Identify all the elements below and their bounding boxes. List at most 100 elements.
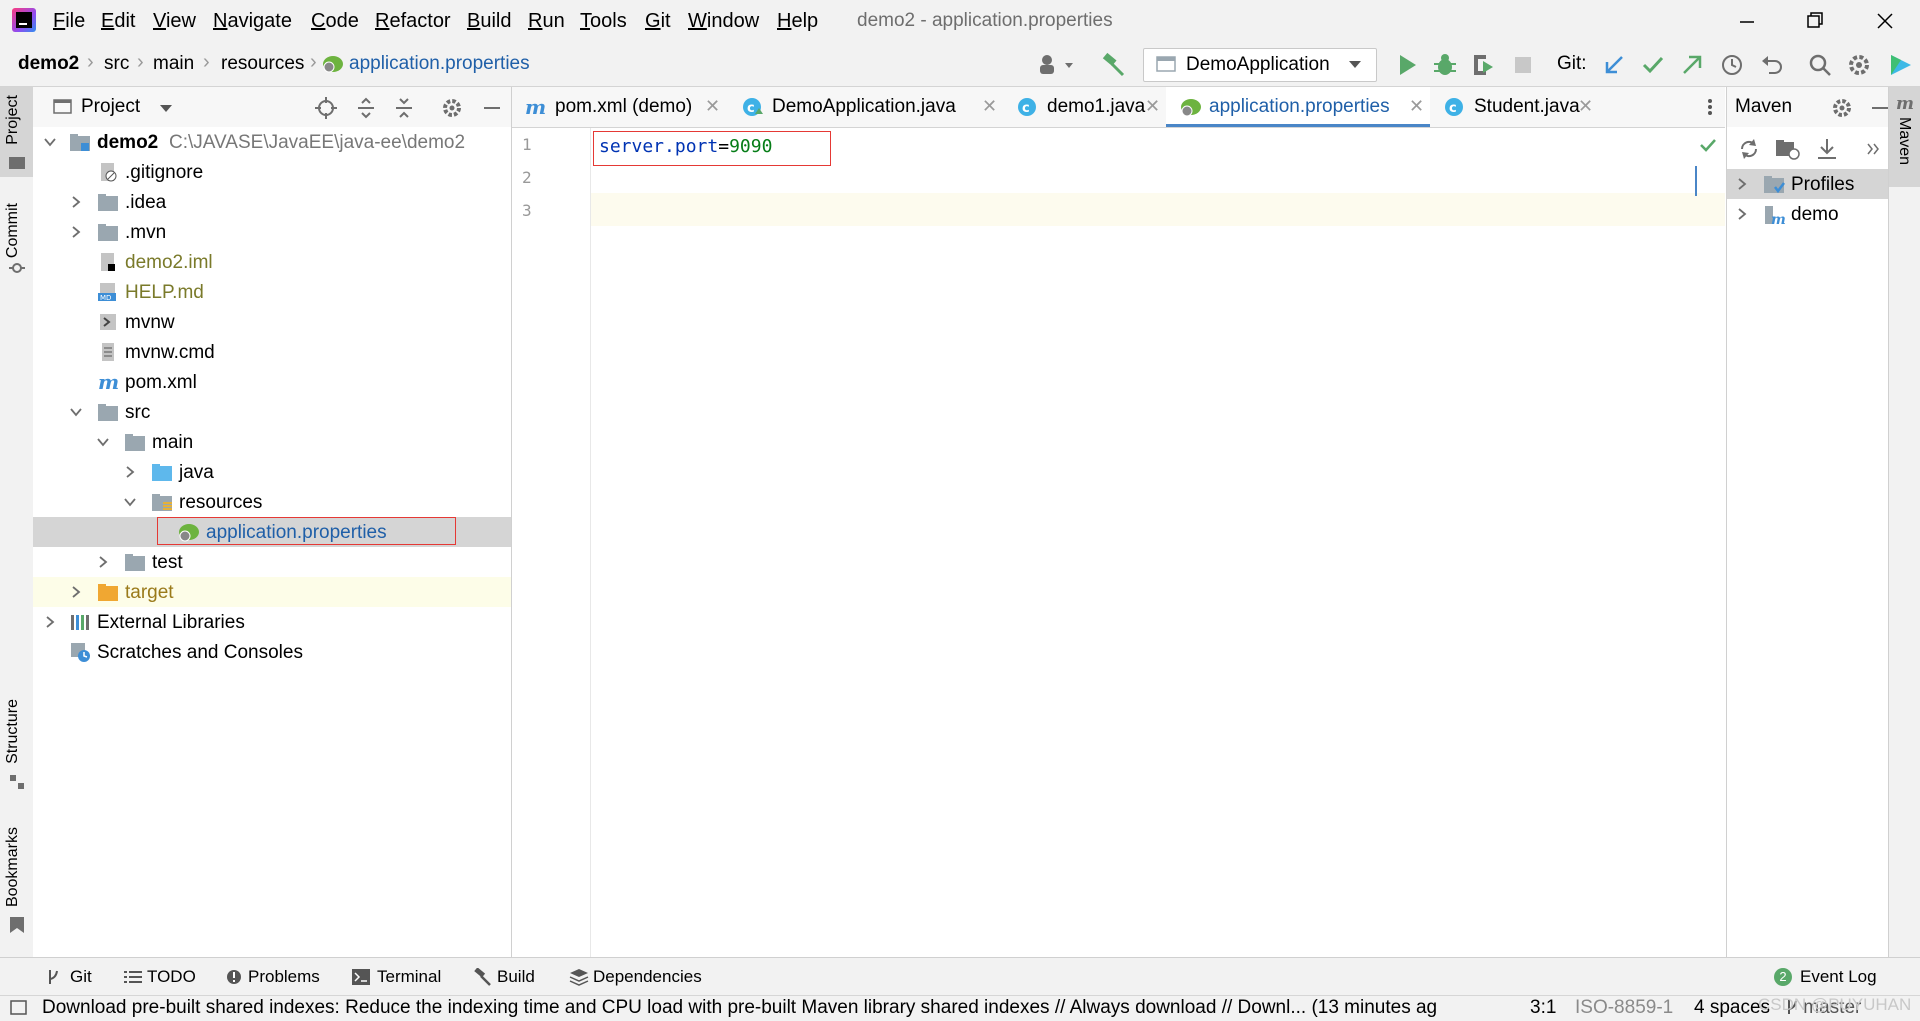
menu-build[interactable]: Build <box>467 10 511 33</box>
breadcrumb-separator: › <box>310 51 317 73</box>
git-commit-button[interactable] <box>1640 52 1666 78</box>
tab-pom-xml[interactable]: m pom.xml (demo) ✕ <box>512 87 728 127</box>
project-tool-window: Project demo2 C:\JAVASE\JavaEE\java-ee\d… <box>33 87 512 957</box>
reload-icon[interactable] <box>1737 137 1761 161</box>
download-icon[interactable] <box>1815 137 1839 161</box>
terminal-tool-button[interactable]: Terminal <box>350 958 450 996</box>
problems-tool-button[interactable]: Problems <box>224 958 324 996</box>
close-tab-icon[interactable]: ✕ <box>1578 96 1593 117</box>
breadcrumb-application-properties[interactable]: application.properties <box>349 53 530 75</box>
code-editor[interactable]: server.port=9090 <box>591 128 1725 957</box>
chevron-down-icon[interactable] <box>159 104 173 114</box>
git-push-button[interactable] <box>1679 52 1705 78</box>
close-tab-icon[interactable]: ✕ <box>1145 96 1160 117</box>
tab-demoapplication-java[interactable]: c DemoApplication.java ✕ <box>729 87 1003 127</box>
close-tab-icon[interactable]: ✕ <box>1409 96 1424 117</box>
project-stripe-tab[interactable]: Project <box>0 87 33 177</box>
tool-windows-toggle-icon[interactable] <box>10 1000 28 1016</box>
menu-git[interactable]: Git <box>645 10 671 33</box>
menu-edit[interactable]: Edit <box>101 10 135 33</box>
project-panel-header: Project <box>33 87 511 127</box>
stop-button[interactable] <box>1510 52 1536 78</box>
no-problems-checkmark-icon[interactable] <box>1699 137 1717 153</box>
tree-item-mvnw[interactable]: mvnw <box>33 307 511 337</box>
breadcrumb-main[interactable]: main <box>153 53 194 75</box>
gear-icon[interactable] <box>1831 97 1853 119</box>
locate-file-icon[interactable] <box>315 97 337 119</box>
build-project-button[interactable] <box>1101 52 1127 78</box>
tree-item-demo2-iml[interactable]: demo2.iml <box>33 247 511 277</box>
tab-student-java[interactable]: c Student.java ✕ <box>1431 87 1601 127</box>
maven-tree-item-profiles[interactable]: Profiles <box>1727 169 1889 199</box>
menu-tools[interactable]: Tools <box>580 10 627 33</box>
tree-item-test[interactable]: test <box>33 547 511 577</box>
file-encoding[interactable]: ISO-8859-1 <box>1575 997 1673 1019</box>
tree-item-help-md[interactable]: MD HELP.md <box>33 277 511 307</box>
tree-item-demo2[interactable]: demo2 C:\JAVASE\JavaEE\java-ee\demo2 <box>33 127 511 157</box>
hide-panel-icon[interactable] <box>1869 97 1889 119</box>
tree-item-main[interactable]: main <box>33 427 511 457</box>
git-update-button[interactable] <box>1602 52 1628 78</box>
todo-tool-button[interactable]: TODO <box>122 958 202 996</box>
tree-item-scratches[interactable]: Scratches and Consoles <box>33 637 511 667</box>
user-dropdown-button[interactable] <box>1037 52 1073 78</box>
status-message[interactable]: Download pre-built shared indexes: Reduc… <box>42 997 1482 1019</box>
git-history-button[interactable] <box>1719 52 1745 78</box>
tree-item-idea[interactable]: .idea <box>33 187 511 217</box>
tree-item-external-libraries[interactable]: External Libraries <box>33 607 511 637</box>
close-tab-icon[interactable]: ✕ <box>982 96 997 117</box>
add-maven-project-icon[interactable] <box>1775 137 1801 161</box>
menu-file[interactable]: File <box>53 10 85 33</box>
hide-panel-icon[interactable] <box>481 97 503 119</box>
debug-button[interactable] <box>1432 52 1458 78</box>
expand-all-icon[interactable] <box>355 97 377 119</box>
tree-item-mvn[interactable]: .mvn <box>33 217 511 247</box>
maven-tree-item-demo[interactable]: m demo <box>1727 199 1889 229</box>
tree-item-java[interactable]: java <box>33 457 511 487</box>
git-rollback-button[interactable] <box>1759 52 1785 78</box>
menu-window[interactable]: Window <box>688 10 759 33</box>
structure-stripe-tab[interactable]: Structure <box>0 699 33 794</box>
tree-item-target[interactable]: target <box>33 577 511 607</box>
tree-item-resources[interactable]: resources <box>33 487 511 517</box>
tree-item-mvnw-cmd[interactable]: mvnw.cmd <box>33 337 511 367</box>
run-button[interactable] <box>1394 52 1420 78</box>
caret-position[interactable]: 3:1 <box>1530 997 1556 1019</box>
event-log-tool-button[interactable]: 2 Event Log <box>1772 958 1892 996</box>
dependencies-tool-button[interactable]: Dependencies <box>568 958 718 996</box>
more-tabs-icon[interactable] <box>1702 97 1718 117</box>
tree-item-pom-xml[interactable]: m pom.xml <box>33 367 511 397</box>
more-actions-icon[interactable] <box>1865 141 1881 157</box>
tree-item-application-properties[interactable]: application.properties <box>33 517 511 547</box>
commit-stripe-tab[interactable]: Commit <box>0 203 33 278</box>
run-configuration-select[interactable]: DemoApplication <box>1143 48 1377 82</box>
menu-navigate[interactable]: Navigate <box>213 10 292 33</box>
collapse-all-icon[interactable] <box>393 97 415 119</box>
menu-view[interactable]: View <box>153 10 196 33</box>
code-with-me-button[interactable] <box>1887 52 1913 78</box>
menu-run[interactable]: Run <box>528 10 565 33</box>
git-tool-button[interactable]: Git <box>42 958 98 996</box>
breadcrumb-src[interactable]: src <box>104 53 129 75</box>
search-everywhere-button[interactable] <box>1807 52 1833 78</box>
gear-icon[interactable] <box>441 97 463 119</box>
maven-stripe-tab[interactable]: m Maven <box>1889 87 1920 187</box>
minimize-button[interactable] <box>1722 6 1772 36</box>
tab-demo1-java[interactable]: c demo1.java ✕ <box>1004 87 1165 127</box>
tree-item-src[interactable]: src <box>33 397 511 427</box>
menu-refactor[interactable]: Refactor <box>375 10 451 33</box>
run-with-coverage-button[interactable] <box>1470 52 1496 78</box>
breadcrumb-demo2[interactable]: demo2 <box>18 53 79 75</box>
build-tool-button[interactable]: Build <box>472 958 552 996</box>
restore-button[interactable] <box>1790 6 1840 36</box>
settings-button[interactable] <box>1846 52 1872 78</box>
close-tab-icon[interactable]: ✕ <box>705 96 720 117</box>
tree-item-gitignore[interactable]: .gitignore <box>33 157 511 187</box>
menu-code[interactable]: Code <box>311 10 359 33</box>
breadcrumb-resources[interactable]: resources <box>221 53 304 75</box>
tab-application-properties[interactable]: application.properties ✕ <box>1166 87 1430 127</box>
menu-help[interactable]: Help <box>777 10 818 33</box>
bookmarks-stripe-tab[interactable]: Bookmarks <box>0 827 33 937</box>
maven-icon: m <box>98 372 119 392</box>
close-window-button[interactable] <box>1860 6 1910 36</box>
